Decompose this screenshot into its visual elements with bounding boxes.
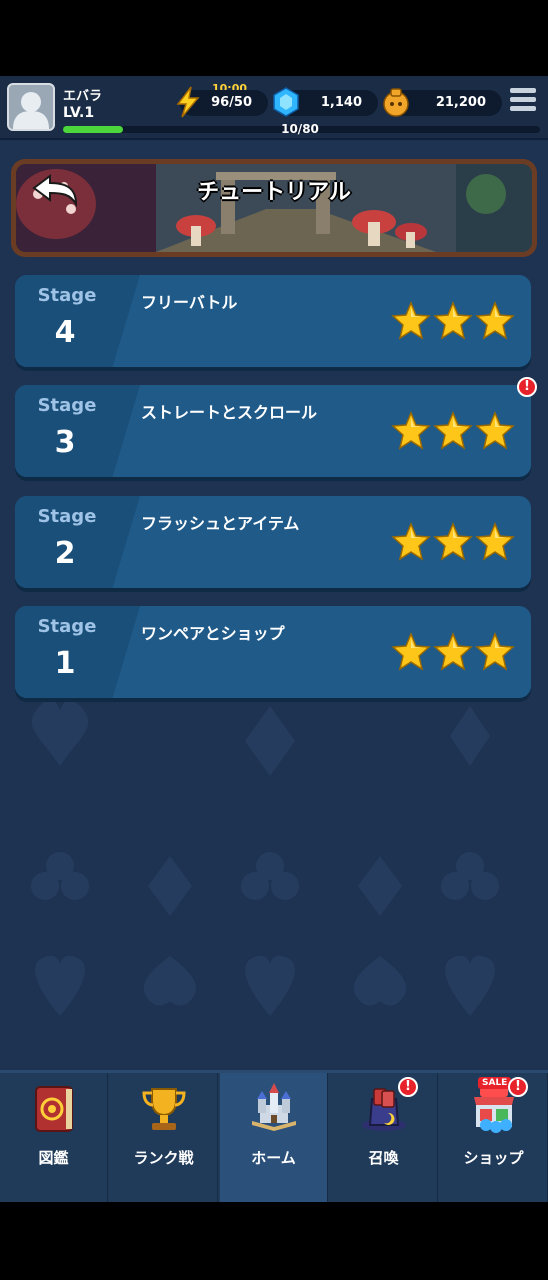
energy-counter[interactable]: 96/50 bbox=[176, 86, 268, 118]
star-icon bbox=[391, 522, 431, 562]
book-icon bbox=[28, 1083, 80, 1135]
stage-label: Stage bbox=[37, 285, 97, 306]
trophy-icon bbox=[138, 1083, 190, 1135]
stage-card-3[interactable]: Stage 3 ストレートとスクロール bbox=[15, 385, 531, 477]
gem-icon bbox=[273, 87, 299, 117]
player-name: エバラ bbox=[63, 89, 103, 104]
stage-title: ワンペアとショップ bbox=[141, 624, 285, 643]
star-rating bbox=[389, 632, 515, 672]
star-rating bbox=[389, 301, 515, 341]
star-icon bbox=[433, 632, 473, 672]
stage-label: Stage bbox=[37, 506, 97, 527]
bottom-navigation: 図鑑 ランク戦 ホーム 召喚! SALE ショップ! bbox=[0, 1070, 548, 1202]
star-rating bbox=[389, 522, 515, 562]
nav-label: ホーム bbox=[251, 1149, 296, 1167]
nav-tab-3[interactable]: 召喚! bbox=[330, 1073, 438, 1202]
stage-label: Stage bbox=[37, 395, 97, 416]
stage-title: フラッシュとアイテム bbox=[141, 514, 300, 533]
nav-tab-0[interactable]: 図鑑 bbox=[0, 1073, 108, 1202]
banner-artwork: チュートリアル bbox=[16, 164, 532, 252]
avatar[interactable] bbox=[7, 83, 55, 131]
coin-pouch-icon bbox=[383, 88, 409, 117]
notification-alert-icon: ! bbox=[508, 1077, 528, 1097]
stage-label: Stage bbox=[37, 616, 97, 637]
star-icon bbox=[391, 632, 431, 672]
stage-card-1[interactable]: Stage 1 ワンペアとショップ bbox=[15, 606, 531, 698]
stage-card-2[interactable]: Stage 2 フラッシュとアイテム bbox=[15, 496, 531, 588]
coin-value: 21,200 bbox=[435, 95, 486, 110]
gem-value: 1,140 bbox=[320, 95, 362, 110]
nav-label: 図鑑 bbox=[38, 1149, 69, 1167]
stage-number: 2 bbox=[54, 536, 76, 571]
player-level: LV.1 bbox=[63, 105, 95, 121]
stage-card-4[interactable]: Stage 4 フリーバトル bbox=[15, 275, 531, 367]
nav-tab-4[interactable]: SALE ショップ! bbox=[440, 1073, 548, 1202]
energy-value: 96/50 bbox=[211, 95, 252, 110]
hamburger-menu-icon[interactable] bbox=[510, 88, 538, 116]
star-rating bbox=[389, 411, 515, 451]
notification-alert-icon: ! bbox=[517, 377, 537, 397]
nav-tab-1[interactable]: ランク戦 bbox=[110, 1073, 218, 1202]
stage-number: 1 bbox=[54, 646, 76, 681]
chapter-banner: チュートリアル bbox=[11, 159, 537, 257]
star-icon bbox=[433, 522, 473, 562]
top-status-bar: エバラ LV.1 10/80 10:00 96/50 1,140 21,200 bbox=[0, 76, 548, 140]
notification-alert-icon: ! bbox=[398, 1077, 418, 1097]
sale-badge: SALE bbox=[478, 1077, 512, 1089]
castle-icon bbox=[248, 1083, 300, 1135]
nav-label: 召喚 bbox=[368, 1149, 399, 1167]
xp-text: 10/80 bbox=[281, 122, 319, 136]
stage-title: フリーバトル bbox=[141, 293, 238, 312]
star-icon bbox=[433, 411, 473, 451]
nav-label: ショップ bbox=[463, 1149, 524, 1167]
nav-label: ランク戦 bbox=[133, 1149, 194, 1167]
gem-counter[interactable]: 1,140 bbox=[273, 87, 378, 117]
stage-number: 3 bbox=[54, 425, 76, 460]
stage-title: ストレートとスクロール bbox=[141, 403, 318, 422]
star-icon bbox=[391, 301, 431, 341]
star-icon bbox=[475, 522, 515, 562]
star-icon bbox=[475, 632, 515, 672]
app-screen: エバラ LV.1 10/80 10:00 96/50 1,140 21,200 … bbox=[0, 76, 548, 1202]
star-icon bbox=[391, 411, 431, 451]
avatar-silhouette-icon bbox=[13, 92, 49, 129]
xp-bar-fill bbox=[63, 126, 123, 133]
nav-tab-2[interactable]: ホーム bbox=[220, 1073, 328, 1202]
star-icon bbox=[433, 301, 473, 341]
star-icon bbox=[475, 411, 515, 451]
coin-counter[interactable]: 21,200 bbox=[383, 88, 502, 117]
lightning-icon bbox=[176, 86, 200, 118]
banner-title: チュートリアル bbox=[197, 180, 351, 205]
star-icon bbox=[475, 301, 515, 341]
stage-number: 4 bbox=[54, 315, 76, 350]
